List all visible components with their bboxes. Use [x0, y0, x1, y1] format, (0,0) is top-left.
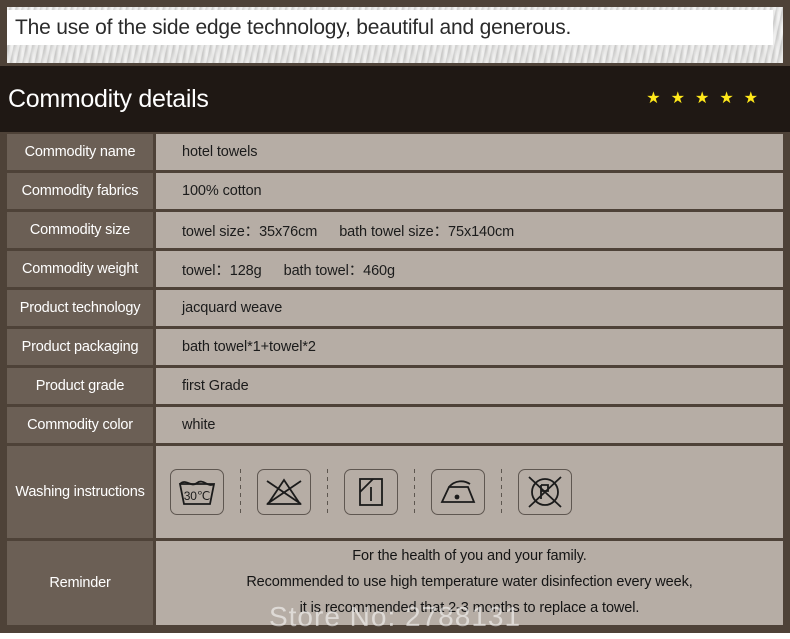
- iron-low-heat-icon: [431, 469, 485, 515]
- line-dry-icon: [344, 469, 398, 515]
- table-row: Commodity size towel size：35x76cm bath t…: [7, 212, 783, 248]
- page-title: Commodity details: [8, 84, 209, 113]
- table-row: Commodity weight towel：128g bath towel：4…: [7, 251, 783, 287]
- star-icon: ★: [743, 90, 758, 107]
- row-label: Product technology: [7, 290, 153, 326]
- star-icon: ★: [719, 90, 734, 107]
- reminder-text-block: For the health of you and your family. R…: [156, 541, 783, 625]
- washing-icon-item: 30℃: [170, 469, 224, 515]
- do-not-dry-clean-glyph: [528, 476, 562, 508]
- row-label: Commodity size: [7, 212, 153, 248]
- do-not-dry-clean-icon: [518, 469, 572, 515]
- row-value: towel：128g bath towel：460g: [156, 251, 783, 287]
- do-not-bleach-icon: [257, 469, 311, 515]
- reminder-line: For the health of you and your family.: [352, 548, 587, 565]
- wash-30c-glyph: 30℃: [178, 480, 216, 505]
- table-row-washing: Washing instructions 30℃: [7, 446, 783, 538]
- star-icon: ★: [646, 90, 661, 107]
- row-label: Commodity name: [7, 134, 153, 170]
- star-icon: ★: [694, 90, 710, 107]
- row-value: white: [156, 407, 783, 443]
- wash-30c-icon: 30℃: [170, 469, 224, 515]
- table-row: Commodity color white: [7, 407, 783, 443]
- table-row-reminder: Reminder For the health of you and your …: [7, 541, 783, 625]
- row-value: 100% cotton: [156, 173, 783, 209]
- washing-icon-item: [431, 469, 485, 515]
- row-value-part: towel size：35x76cm: [182, 223, 318, 240]
- row-value: hotel towels: [156, 134, 783, 170]
- row-label: Washing instructions: [7, 446, 153, 538]
- row-value-part: bath towel：460g: [283, 262, 395, 279]
- row-value-part: towel：128g: [182, 262, 262, 279]
- iron-low-heat-glyph: [440, 480, 476, 503]
- table-row: Product technology jacquard weave: [7, 290, 783, 326]
- row-label: Commodity color: [7, 407, 153, 443]
- row-value: towel size：35x76cm bath towel size：75x14…: [156, 212, 783, 248]
- row-value: bath towel*1+towel*2: [156, 329, 783, 365]
- line-dry-glyph: [359, 478, 383, 506]
- do-not-bleach-glyph: [266, 478, 302, 505]
- icon-divider: [240, 469, 241, 515]
- table-row: Product grade first Grade: [7, 368, 783, 404]
- row-value-part: bath towel size：75x140cm: [339, 223, 515, 240]
- product-detail-page: The use of the side edge technology, bea…: [0, 0, 790, 639]
- washing-icon-strip: 30℃: [156, 446, 783, 538]
- table-row: Commodity name hotel towels: [7, 134, 783, 170]
- icon-divider: [327, 469, 328, 515]
- banner-headline: The use of the side edge technology, bea…: [15, 15, 572, 39]
- icon-divider: [501, 469, 502, 515]
- wash-temp-label: 30℃: [184, 489, 211, 503]
- washing-icon-item: [257, 469, 311, 515]
- row-label: Commodity weight: [7, 251, 153, 287]
- reminder-line: Recommended to use high temperature wate…: [246, 574, 693, 591]
- washing-icon-item: [344, 469, 398, 515]
- icon-divider: [414, 469, 415, 515]
- reminder-line: it is recommended that 2-3 months to rep…: [299, 599, 640, 616]
- row-value: first Grade: [156, 368, 783, 404]
- row-label: Product grade: [7, 368, 153, 404]
- banner-text-strip: The use of the side edge technology, bea…: [7, 10, 773, 45]
- top-banner: The use of the side edge technology, bea…: [0, 0, 790, 66]
- star-icon: ★: [670, 90, 685, 107]
- rating-stars: ★ ★ ★ ★ ★: [646, 91, 758, 107]
- table-row: Product packaging bath towel*1+towel*2: [7, 329, 783, 365]
- specification-table: Commodity name hotel towels Commodity fa…: [0, 132, 790, 633]
- row-label: Product packaging: [7, 329, 153, 365]
- row-value: jacquard weave: [156, 290, 783, 326]
- row-label: Reminder: [7, 541, 153, 625]
- row-label: Commodity fabrics: [7, 173, 153, 209]
- table-row: Commodity fabrics 100% cotton: [7, 173, 783, 209]
- section-header: Commodity details ★ ★ ★ ★ ★: [0, 66, 790, 132]
- washing-icon-item: [518, 469, 572, 515]
